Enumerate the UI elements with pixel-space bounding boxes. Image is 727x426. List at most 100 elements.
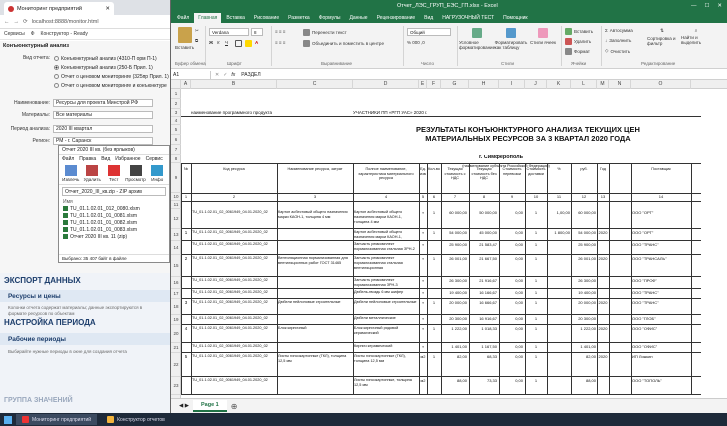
table-header-cell[interactable]: Текущая стоимость без НДС <box>470 167 498 191</box>
radio-icon[interactable] <box>54 74 59 79</box>
pct-cell[interactable]: 1,00,00 <box>547 210 570 228</box>
supply-cell[interactable]: 0,00 <box>499 354 523 376</box>
row-header[interactable]: 8 <box>171 155 181 163</box>
column-number[interactable]: 8 <box>469 194 499 200</box>
column-header[interactable]: F <box>427 80 441 89</box>
row-header[interactable]: 16 <box>171 277 181 289</box>
cell-styles-button[interactable]: Стили ячеек <box>529 28 557 45</box>
supplier-cell[interactable]: ООО "ТОПОЛЬ" <box>632 378 690 394</box>
report-type-option[interactable]: Отчет о ценовом мониторинге и конъюнктур… <box>54 81 169 90</box>
resource-code[interactable]: TU_01.1.02.01_02_0061949_04.01.2020_02 <box>192 354 276 376</box>
unit-cell[interactable]: т <box>419 326 427 342</box>
cancel-icon[interactable]: ✕ <box>215 72 219 78</box>
materials-field[interactable]: Все материалы <box>53 111 153 119</box>
table-header-cell[interactable]: руб. <box>572 167 596 191</box>
row-header[interactable]: 2 <box>171 99 181 109</box>
year-cell[interactable]: 2020 <box>597 300 609 314</box>
pct-cell[interactable] <box>547 256 570 276</box>
autosum-button[interactable]: Σ Автосумма <box>605 28 633 33</box>
resource-fullname[interactable]: Запчасть ремкомплект нормализованная ста… <box>354 256 418 276</box>
ribbon-tab[interactable]: Рисование <box>250 13 283 23</box>
column-header[interactable]: L <box>571 80 597 89</box>
rub-cell[interactable]: 1 222,00 <box>571 326 596 342</box>
menu-item[interactable]: Вид <box>101 156 110 162</box>
unit-cell[interactable]: т <box>419 256 427 276</box>
column-header[interactable]: G <box>441 80 469 89</box>
pct-cell[interactable] <box>547 242 570 254</box>
delivery-cell[interactable]: 1 <box>525 326 547 342</box>
font-size-select[interactable]: 8 <box>251 28 263 36</box>
unit-cell[interactable]: т <box>419 230 427 240</box>
format-table-button[interactable]: Форматировать как таблицу <box>495 28 527 50</box>
resource-name[interactable] <box>278 344 352 352</box>
column-header[interactable]: I <box>499 80 525 89</box>
delivery-cell[interactable]: 1 <box>525 378 547 394</box>
price-nds-cell[interactable]: 1 018,33 <box>469 326 497 342</box>
copy-button[interactable]: ⧉ <box>195 38 198 43</box>
column-number[interactable]: 4 <box>353 194 419 200</box>
row-header[interactable]: 1 <box>171 89 181 99</box>
supply-cell[interactable]: 0,00 <box>499 210 523 228</box>
qty-cell[interactable] <box>427 278 441 288</box>
table-header-cell[interactable]: Поставщик <box>632 167 690 191</box>
supplier-cell[interactable]: ООО "ПРОФ" <box>632 278 690 288</box>
row-number[interactable] <box>181 316 191 324</box>
row-header[interactable]: 18 <box>171 299 181 315</box>
font-color-button[interactable]: A <box>255 40 258 45</box>
menu-item[interactable]: Файл <box>62 156 74 162</box>
year-cell[interactable]: 2020 <box>597 354 609 376</box>
qty-cell[interactable]: 1 <box>427 326 441 342</box>
pct-cell[interactable] <box>547 316 570 324</box>
row-number[interactable] <box>181 378 191 394</box>
price-nds-cell[interactable]: 50 000,00 <box>469 210 497 228</box>
archive-file-item[interactable]: TU_01.1.02.01_01_0083.xlsm <box>59 226 169 233</box>
supplier-cell[interactable]: ООО "ОФИС" <box>632 344 690 352</box>
qty-cell[interactable] <box>427 378 441 394</box>
pct-cell[interactable] <box>547 278 570 288</box>
column-header[interactable]: J <box>525 80 547 89</box>
delivery-cell[interactable]: 1 <box>525 290 547 298</box>
resource-name[interactable] <box>278 278 352 288</box>
price-cell[interactable]: 19 400,00 <box>441 290 467 298</box>
year-cell[interactable] <box>597 242 609 254</box>
resource-name[interactable]: Картон асбестовый общего назначения марк… <box>278 210 352 228</box>
supplier-cell[interactable]: ООО "ГЛОБ" <box>632 316 690 324</box>
column-header[interactable]: M <box>597 80 609 89</box>
price-cell[interactable]: 1 401,00 <box>441 344 467 352</box>
number-buttons[interactable]: % 000 ,0 <box>407 40 425 45</box>
rub-cell[interactable]: 54 000,00 <box>571 230 596 240</box>
column-number[interactable]: 9 <box>499 194 525 200</box>
row-number[interactable]: 5 <box>181 354 191 376</box>
supply-cell[interactable]: 0,00 <box>499 378 523 394</box>
column-header[interactable]: C <box>277 80 353 89</box>
row-header[interactable]: 4 <box>171 117 181 125</box>
clear-button[interactable]: ◇ Очистить <box>605 48 630 54</box>
price-cell[interactable]: 26 300,00 <box>441 278 467 288</box>
row-header[interactable]: 10 <box>171 193 181 201</box>
format-cells-button[interactable]: Формат <box>565 48 590 55</box>
column-number[interactable]: 6 <box>427 194 441 200</box>
price-cell[interactable]: 60 000,00 <box>441 210 467 228</box>
column-header[interactable]: O <box>631 80 691 89</box>
supplier-cell[interactable]: ООО "ОРТ" <box>632 230 690 240</box>
bookmark-item[interactable]: Ф <box>31 31 35 37</box>
column-header[interactable]: A <box>181 80 191 89</box>
table-header-cell[interactable]: % <box>548 167 570 191</box>
column-header[interactable]: Имя <box>59 198 169 205</box>
pct-cell[interactable] <box>547 326 570 342</box>
merge-button[interactable]: Объединить и поместить в центре <box>303 40 384 47</box>
column-number[interactable]: 11 <box>547 194 571 200</box>
column-number[interactable]: 2 <box>191 194 277 200</box>
menu-item[interactable]: Сервис <box>146 156 163 162</box>
price-cell[interactable]: 20 000,00 <box>441 300 467 314</box>
column-header[interactable]: N <box>609 80 631 89</box>
paste-button[interactable]: Вставить <box>175 27 194 50</box>
resource-code[interactable]: TU_01.1.02.01_02_0061949_04.01.2020_02 <box>192 256 276 276</box>
delivery-cell[interactable]: 1 <box>525 344 547 352</box>
browser-tab[interactable]: Мониторинг предприятий ✕ <box>4 2 114 15</box>
row-number[interactable] <box>181 210 191 228</box>
rub-cell[interactable]: 1 401,00 <box>571 344 596 352</box>
year-cell[interactable]: 2020 <box>597 326 609 342</box>
supplier-cell[interactable]: ООО "ТРАНС" <box>632 290 690 298</box>
resource-code[interactable]: TU_01.1.02.01_02_0061949_04.01.2020_02 <box>192 378 276 394</box>
